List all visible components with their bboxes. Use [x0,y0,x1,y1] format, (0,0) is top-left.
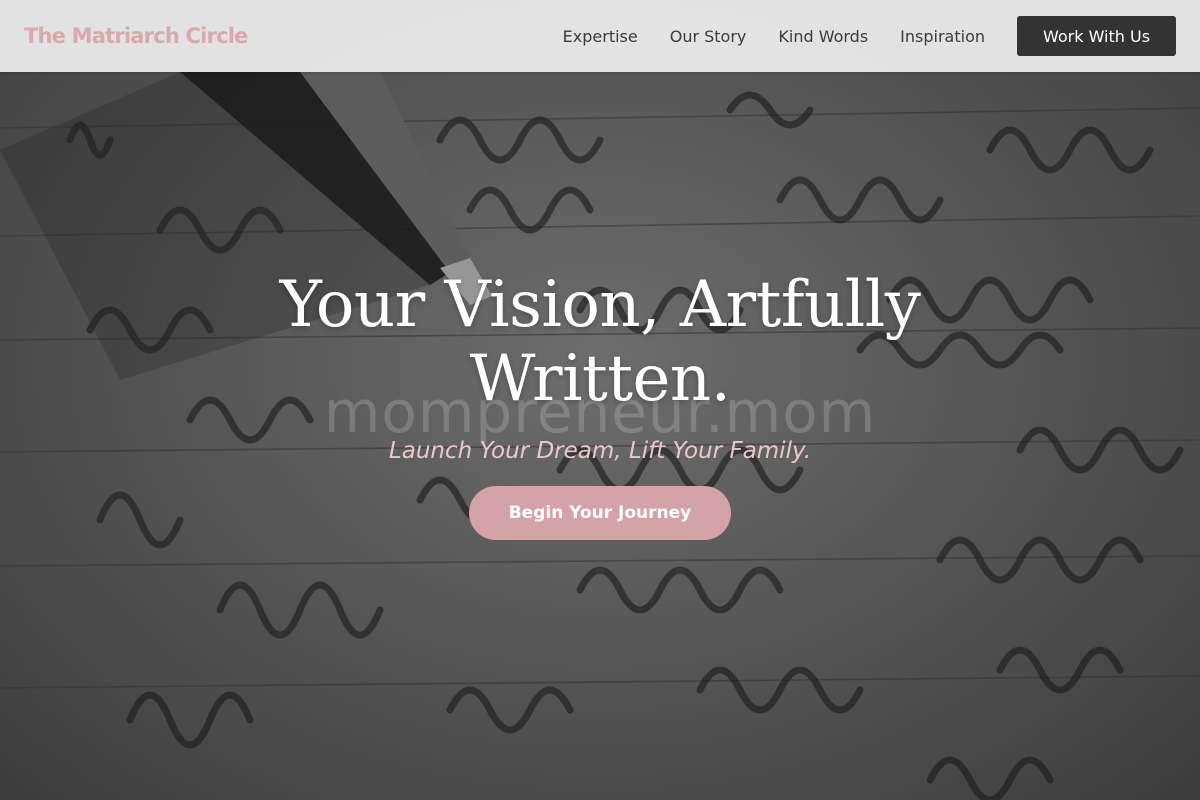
work-with-us-button[interactable]: Work With Us [1017,16,1176,56]
top-navigation: The Matriarch Circle Expertise Our Story… [0,0,1200,72]
begin-journey-button[interactable]: Begin Your Journey [469,486,731,540]
hero-content: Your Vision, Artfully Written. Launch Yo… [0,268,1200,540]
nav-menu: Expertise Our Story Kind Words Inspirati… [563,16,1176,56]
hero-subheadline: Launch Your Dream, Lift Your Family. [388,438,812,464]
brand-logo[interactable]: The Matriarch Circle [24,24,248,48]
nav-link-kind-words[interactable]: Kind Words [778,27,868,46]
nav-link-expertise[interactable]: Expertise [563,27,638,46]
nav-link-our-story[interactable]: Our Story [670,27,747,46]
hero-headline: Your Vision, Artfully Written. [279,268,921,416]
nav-link-inspiration[interactable]: Inspiration [900,27,985,46]
